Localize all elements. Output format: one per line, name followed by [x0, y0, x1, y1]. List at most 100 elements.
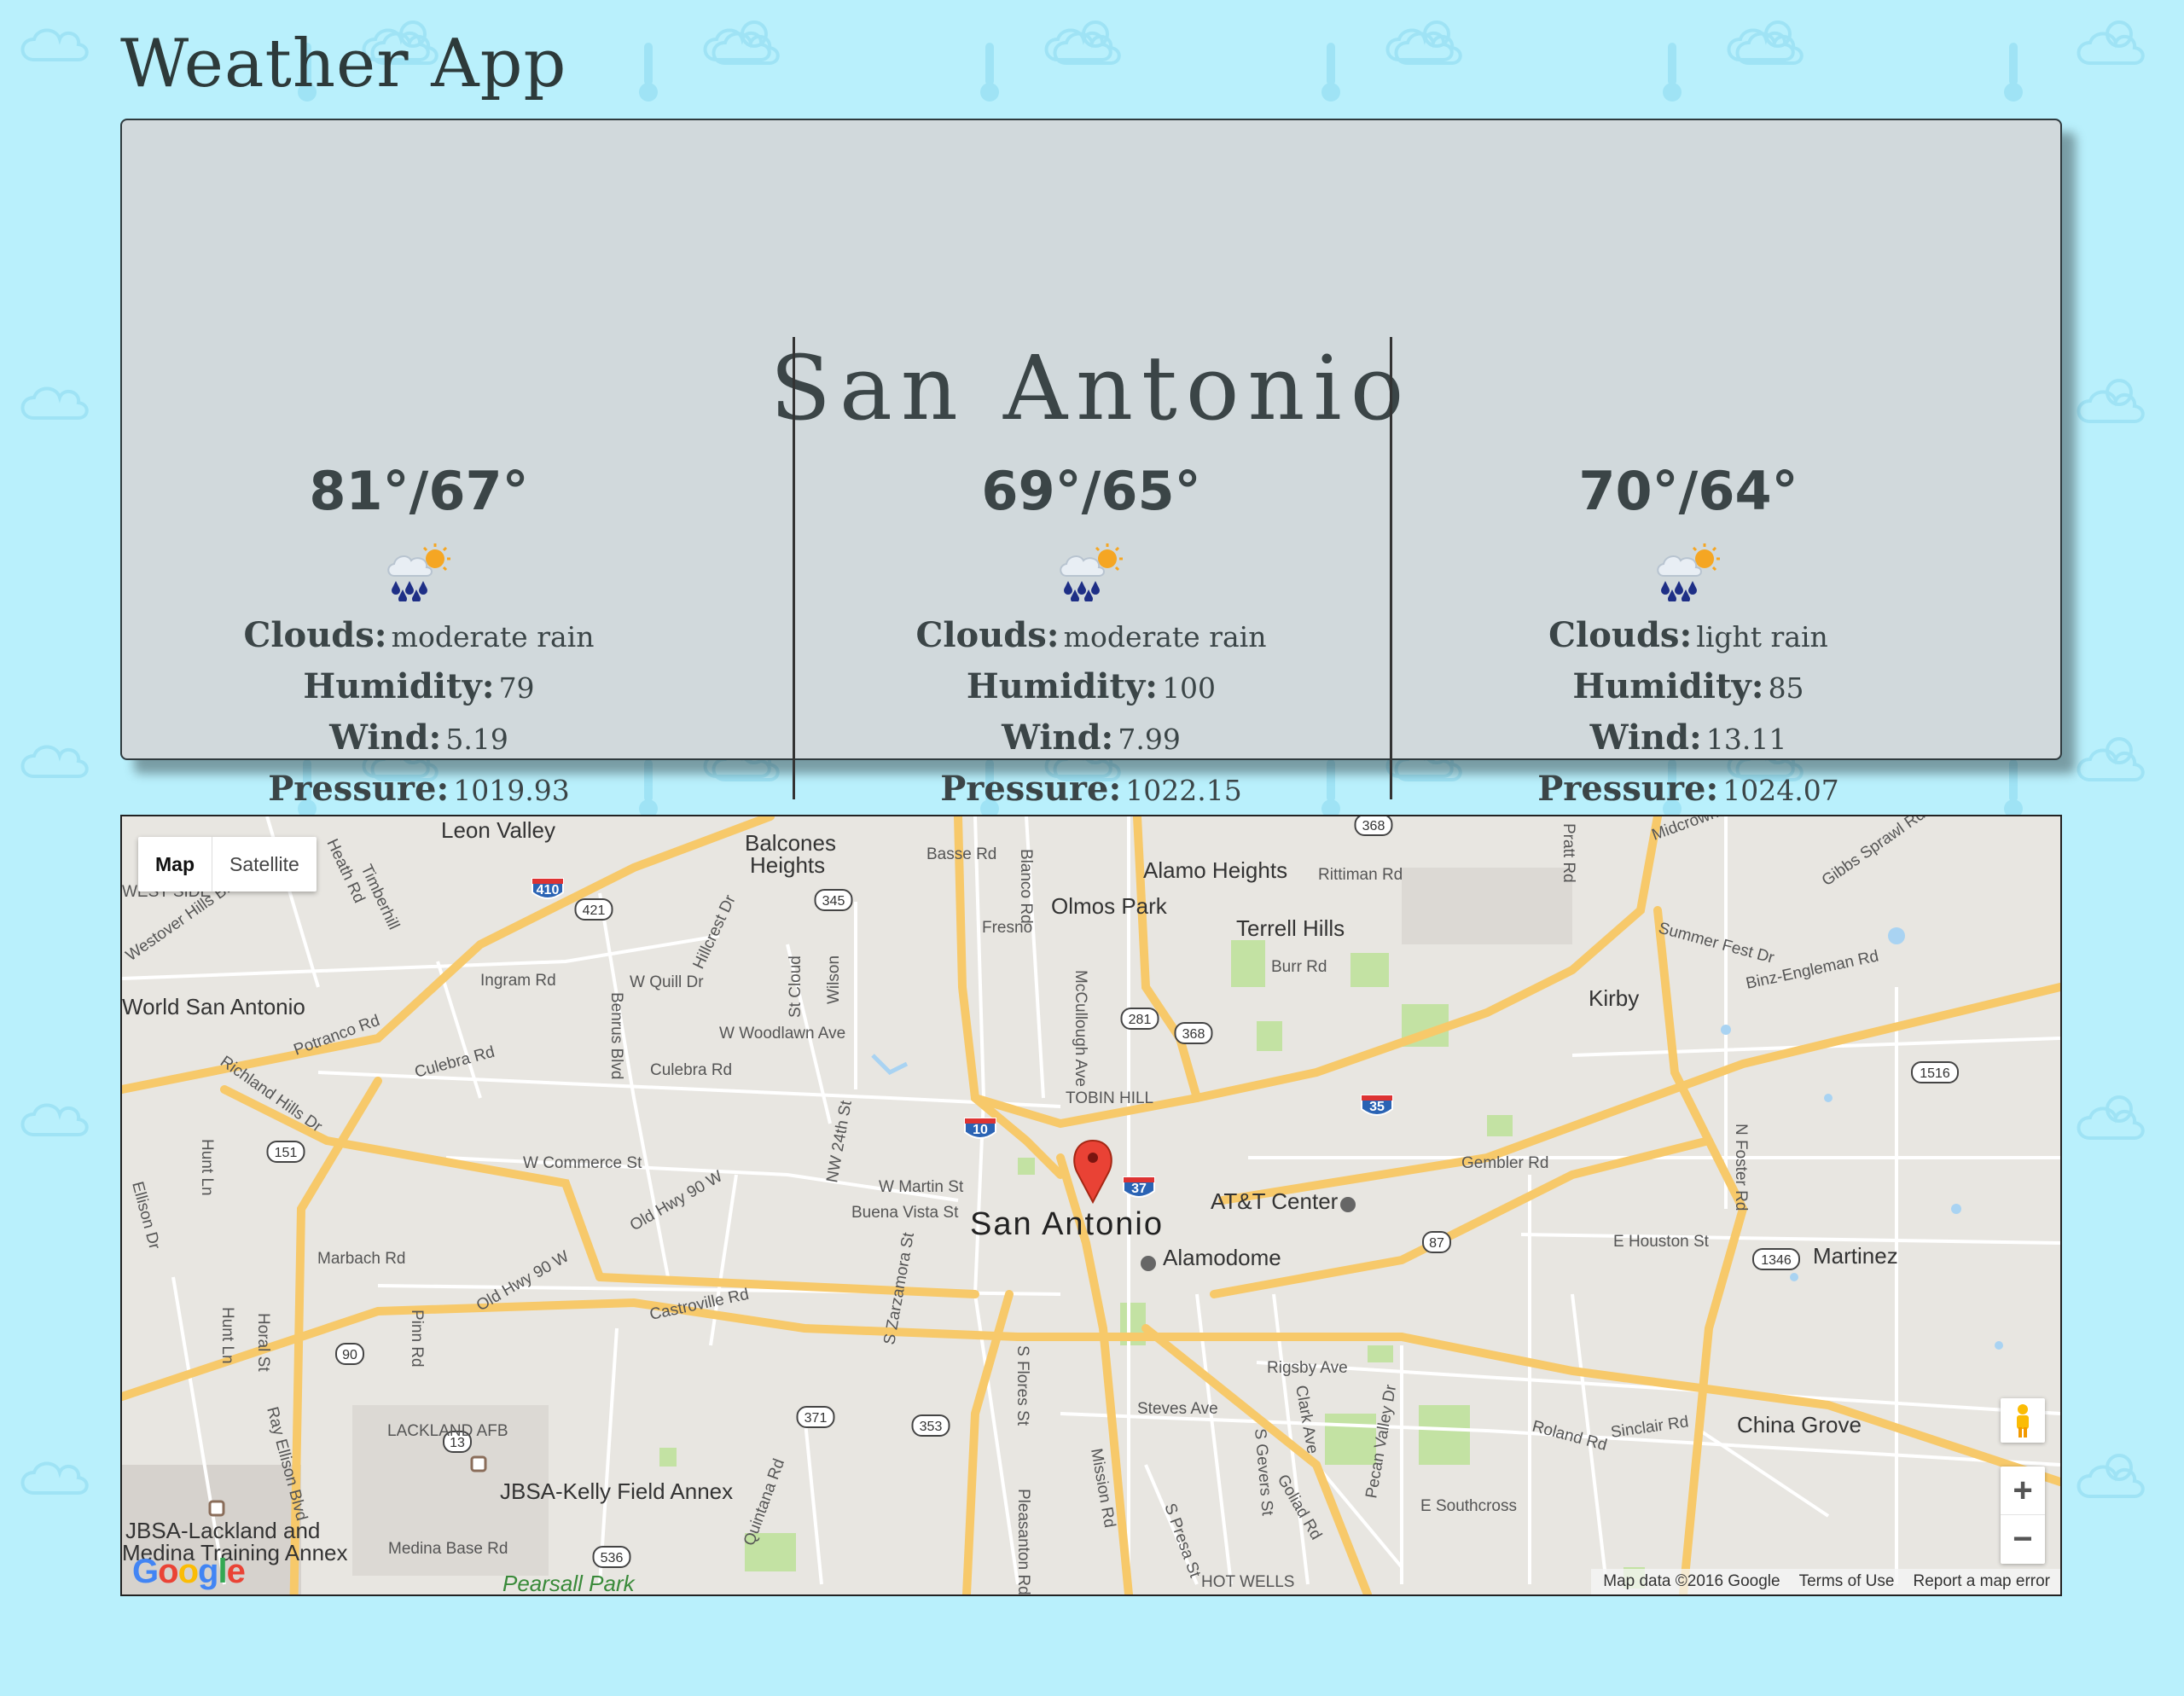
map-label: Alamo Heights	[1143, 857, 1287, 883]
map-label: W Quill Dr	[630, 973, 704, 991]
map-label: Pearsall Park	[502, 1571, 636, 1594]
highway-shield: 536	[592, 1546, 631, 1568]
report-map-error-link[interactable]: Report a map error	[1913, 1569, 2050, 1594]
google-logo[interactable]: Google	[132, 1553, 246, 1591]
map-label: W Commerce St	[523, 1154, 642, 1172]
map-label: TOBIN HILL	[1066, 1089, 1153, 1107]
map-type-satellite-button[interactable]: Satellite	[212, 837, 317, 892]
humidity-value: 100	[1162, 671, 1217, 705]
highway-shield: 1346	[1752, 1248, 1800, 1270]
rain-sun-icon	[794, 542, 1388, 608]
map-label: Culebra Rd	[413, 1043, 497, 1082]
map-label: Hunt Ln	[198, 1139, 216, 1196]
map-label: HOT WELLS	[1201, 1573, 1294, 1591]
map-data-credit: Map data ©2016 Google	[1603, 1572, 1780, 1590]
weather-card: San Antonio 81°/67° Clouds: moderate rai…	[120, 119, 2062, 809]
pressure-row: Pressure: 1019.93	[122, 767, 716, 818]
map-label: Culebra Rd	[650, 1061, 732, 1079]
zoom-in-button[interactable]: +	[2001, 1467, 2045, 1515]
map-label: China Grove	[1737, 1412, 1862, 1438]
zoom-out-button[interactable]: −	[2001, 1515, 2045, 1563]
map-label: Benrus Blvd	[607, 992, 625, 1079]
clouds-label: Clouds:	[1548, 615, 1693, 655]
clouds-label: Clouds:	[243, 615, 387, 655]
street-view-pegman-icon[interactable]	[2001, 1398, 2045, 1443]
map-attribution: Map data ©2016 Google Terms of Use Repor…	[1591, 1569, 2060, 1594]
highway-shield: 281	[1120, 1008, 1159, 1030]
map-label: W Martin St	[879, 1178, 964, 1196]
humidity-row: Humidity: 100	[794, 665, 1388, 716]
highway-shield: 90	[335, 1343, 364, 1365]
humidity-value: 79	[498, 671, 535, 705]
map-label: Sinclair Rd	[1610, 1413, 1690, 1442]
map-water	[871, 927, 2003, 1350]
map-label: Burr Rd	[1271, 958, 1327, 976]
map-label: Roland Rd	[1531, 1418, 1609, 1455]
location-pin-icon[interactable]	[1073, 1139, 1112, 1205]
wind-label: Wind:	[1002, 717, 1114, 758]
wind-value: 7.99	[1118, 723, 1181, 756]
clouds-row: Clouds: moderate rain	[122, 613, 716, 665]
svg-text:536: 536	[601, 1551, 624, 1565]
clouds-value: light rain	[1696, 620, 1828, 653]
humidity-row: Humidity: 85	[1391, 665, 1985, 716]
map-label: Terrell Hills	[1236, 915, 1345, 941]
map-label: S Presa St	[1160, 1501, 1204, 1581]
terms-of-use-link[interactable]: Terms of Use	[1799, 1569, 1895, 1594]
rain-sun-icon	[122, 542, 716, 608]
wind-row: Wind: 7.99	[794, 716, 1388, 767]
pressure-row: Pressure: 1022.15	[794, 767, 1388, 818]
svg-text:410: 410	[537, 883, 560, 897]
map-label: Ellison Dr	[128, 1180, 163, 1252]
svg-text:10: 10	[973, 1123, 988, 1137]
wind-row: Wind: 13.11	[1391, 716, 1985, 767]
svg-text:35: 35	[1369, 1100, 1385, 1114]
svg-text:90: 90	[342, 1348, 357, 1362]
highway-shield: 371	[796, 1406, 835, 1428]
highway-shield: 368	[1174, 1022, 1213, 1044]
map-label: Alamodome	[1163, 1245, 1281, 1270]
map-label: LACKLAND AFB	[387, 1422, 508, 1440]
clouds-row: Clouds: light rain	[1391, 613, 1985, 665]
svg-text:371: 371	[804, 1411, 828, 1426]
svg-text:151: 151	[275, 1146, 298, 1160]
wind-value: 5.19	[445, 723, 508, 756]
highway-shield: 151	[266, 1141, 305, 1163]
highway-shield: 37	[1123, 1176, 1155, 1198]
map-label: Gibbs Sprawl Rd	[1819, 816, 1929, 890]
svg-text:345: 345	[822, 894, 845, 909]
map-label: Olmos Park	[1051, 893, 1168, 919]
temperature: 70°/64°	[1578, 460, 1798, 522]
svg-text:87: 87	[1429, 1236, 1444, 1251]
svg-text:1516: 1516	[1920, 1066, 1950, 1081]
map-type-map-button[interactable]: Map	[138, 837, 212, 892]
svg-text:353: 353	[920, 1420, 943, 1434]
city-map[interactable]: 410 421 345 281 368 35 10 37 87 90 151 371 353 13 536 1…	[120, 815, 2062, 1596]
map-label: Marbach Rd	[317, 1250, 406, 1268]
pressure-label: Pressure:	[1537, 769, 1719, 809]
map-label: W Woodlawn Ave	[719, 1025, 845, 1043]
map-label: Midcrown Dr	[1650, 816, 1742, 845]
map-canvas[interactable]: 4104213452813683510378790151371353135361…	[122, 816, 2060, 1594]
map-label: Old Hwy 90 W	[627, 1167, 726, 1234]
svg-text:37: 37	[1131, 1182, 1147, 1196]
map-label: Blanco Rd	[1017, 849, 1035, 924]
map-label: AT&T Center	[1211, 1188, 1339, 1214]
map-label: JBSA-Kelly Field Annex	[500, 1478, 733, 1504]
map-label: St Cloud	[787, 955, 804, 1018]
city-name: San Antonio	[770, 336, 1413, 440]
forecast-day-1: 81°/67° Clouds: moderate rain Humidity: …	[122, 462, 716, 818]
pressure-value: 1022.15	[1125, 774, 1242, 807]
map-label: Medina Base Rd	[388, 1540, 508, 1558]
highway-shield: 368	[1354, 816, 1393, 836]
temperature: 81°/67°	[309, 460, 529, 522]
map-label: Pleasanton Rd	[1014, 1489, 1032, 1594]
highway-shield: 87	[1422, 1231, 1451, 1253]
column-divider	[1390, 337, 1392, 799]
forecast-day-2: 69°/65° Clouds: moderate rain Humidity: …	[794, 462, 1388, 818]
zoom-control: + −	[2001, 1467, 2045, 1564]
map-label: Steves Ave	[1137, 1400, 1218, 1418]
app-title: Weather App	[120, 26, 567, 102]
map-label: Wilson	[825, 955, 843, 1004]
clouds-row: Clouds: moderate rain	[794, 613, 1388, 665]
